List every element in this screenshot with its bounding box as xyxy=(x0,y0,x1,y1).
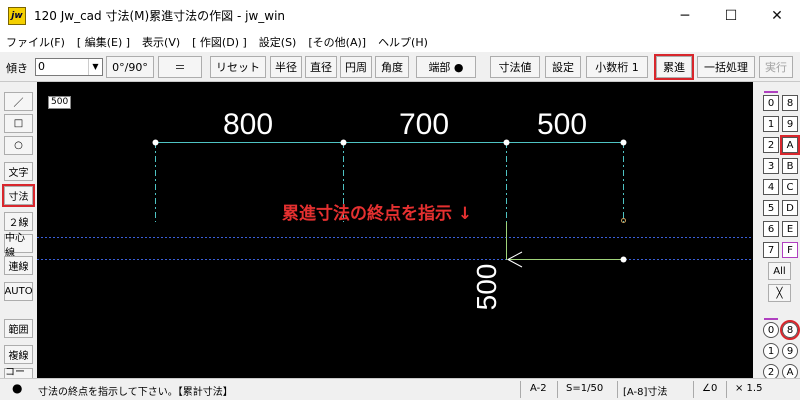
corner-tool-button[interactable]: コーナー xyxy=(4,367,33,378)
layer-C-button[interactable]: C xyxy=(782,179,798,195)
angle-label: 傾き xyxy=(6,62,28,75)
status-layer[interactable]: A-2 xyxy=(530,383,547,394)
layer-6-button[interactable]: 6 xyxy=(763,221,779,237)
status-angle[interactable]: ∠0 xyxy=(702,383,717,394)
continuous-line-tool-button[interactable]: 連線 xyxy=(4,256,33,275)
cumulative-button[interactable]: 累進 xyxy=(654,54,694,80)
dimension-tool-button[interactable]: 寸法 xyxy=(2,184,35,207)
dimension-value-button[interactable]: 寸法値 xyxy=(490,56,540,78)
layer-1-button[interactable]: 1 xyxy=(763,116,779,132)
offset-tool-button[interactable]: 複線 xyxy=(4,345,33,364)
layer-D-button[interactable]: D xyxy=(782,200,798,216)
status-scale[interactable]: S=1/50 xyxy=(566,383,603,394)
title-bar: jw 120 Jw_cad 寸法(M)累進寸法の作図 - jw_win ─ ☐ … xyxy=(0,0,800,31)
dimension-text-700: 700 xyxy=(399,108,449,141)
status-bar: ● 寸法の終点を指示して下さい。【累計寸法】 A-2 S=1/50 [A-8]寸… xyxy=(0,378,800,400)
maximize-icon[interactable]: ☐ xyxy=(708,0,754,31)
layer-A-button[interactable]: A xyxy=(780,135,800,155)
dim-point-2 xyxy=(340,139,347,146)
drawing-canvas[interactable]: 500 800 700 500 500 累進寸法の終点を指示 ↓ xyxy=(37,82,753,378)
center-line-tool-button[interactable]: 中心線 xyxy=(4,233,33,259)
menu-other[interactable]: [その他(A)] xyxy=(308,34,366,50)
layer-panel: 0 1 2 3 4 5 6 7 8 9 A B C D E F All ╳ 0 … xyxy=(753,82,800,378)
minimize-icon[interactable]: ─ xyxy=(662,0,708,31)
settings-button[interactable]: 設定 xyxy=(545,56,581,78)
group-0-button[interactable]: 0 xyxy=(763,322,779,338)
layer-0-button[interactable]: 0 xyxy=(763,95,779,111)
angle-select[interactable]: 0 ▼ xyxy=(35,58,103,76)
orthogonal-angle-button[interactable]: 0°/90° xyxy=(106,56,154,78)
auto-mode-button[interactable]: AUTO xyxy=(4,282,33,301)
rectangle-tool-button[interactable]: □ xyxy=(4,114,33,133)
batch-process-button[interactable]: 一括処理 xyxy=(697,56,755,78)
circumference-button[interactable]: 円周 xyxy=(340,56,372,78)
group-2-button[interactable]: 2 xyxy=(763,364,779,378)
layer-2-button[interactable]: 2 xyxy=(763,137,779,153)
menu-file[interactable]: ファイル(F) xyxy=(6,34,65,50)
decimal-places-button[interactable]: 小数桁 1 xyxy=(586,56,648,78)
range-tool-button[interactable]: 範囲 xyxy=(4,319,33,338)
status-bullet-icon: ● xyxy=(12,381,23,395)
angle-value: 0 xyxy=(38,60,45,73)
window-title: 120 Jw_cad 寸法(M)累進寸法の作図 - jw_win xyxy=(34,9,286,23)
menu-draw[interactable]: [ 作図(D) ] xyxy=(192,34,247,50)
layer-E-button[interactable]: E xyxy=(782,221,798,237)
dim-point-1 xyxy=(152,139,159,146)
layer-4-button[interactable]: 4 xyxy=(763,179,779,195)
status-zoom[interactable]: × 1.5 xyxy=(735,383,762,394)
status-current-layer[interactable]: [A-8]寸法 xyxy=(623,383,667,398)
layer-close-icon[interactable]: ╳ xyxy=(768,284,791,302)
drawing-svg: 800 700 500 500 累進寸法の終点を指示 ↓ xyxy=(37,108,753,311)
group-8-button[interactable]: 8 xyxy=(780,320,800,340)
instruction-annotation: 累進寸法の終点を指示 ↓ xyxy=(282,203,472,224)
group-9-button[interactable]: 9 xyxy=(782,343,798,359)
left-toolbar: ／ □ ○ 文字 寸法 ２線 中心線 連線 AUTO 範囲 複線 コーナー xyxy=(0,82,37,378)
close-icon[interactable]: ✕ xyxy=(754,0,800,31)
diameter-button[interactable]: 直径 xyxy=(305,56,337,78)
menu-settings[interactable]: 設定(S) xyxy=(259,34,297,50)
angle-button[interactable]: 角度 xyxy=(375,56,409,78)
equal-button[interactable]: ＝ xyxy=(158,56,202,78)
dim-point-3 xyxy=(503,139,510,146)
dimension-text-500: 500 xyxy=(537,108,587,141)
dimension-text-vertical: 500 xyxy=(471,264,502,311)
dimension-text-800: 800 xyxy=(223,108,273,141)
menu-help[interactable]: ヘルプ(H) xyxy=(378,34,428,50)
menu-bar: ファイル(F) [ 編集(E) ] 表示(V) [ 作図(D) ] 設定(S) … xyxy=(0,31,800,52)
layer-9-button[interactable]: 9 xyxy=(782,116,798,132)
layer-7-button[interactable]: 7 xyxy=(763,242,779,258)
cursor-point xyxy=(620,256,627,263)
group-1-button[interactable]: 1 xyxy=(763,343,779,359)
dimension-toolbar: 傾き 0 ▼ 0°/90° ＝ リセット 半径 直径 円周 角度 端部 ● 寸法… xyxy=(0,52,800,82)
dim-point-4 xyxy=(620,139,627,146)
menu-edit[interactable]: [ 編集(E) ] xyxy=(77,34,130,50)
layer-F-button[interactable]: F xyxy=(782,242,798,258)
layer-3-button[interactable]: 3 xyxy=(763,158,779,174)
text-tool-button[interactable]: 文字 xyxy=(4,162,33,181)
layer-5-button[interactable]: 5 xyxy=(763,200,779,216)
reset-button[interactable]: リセット xyxy=(210,56,266,78)
radius-button[interactable]: 半径 xyxy=(270,56,302,78)
chevron-down-icon[interactable]: ▼ xyxy=(88,59,102,75)
app-icon: jw xyxy=(8,6,26,25)
all-layers-button[interactable]: All xyxy=(768,262,791,280)
layer-8-button[interactable]: 8 xyxy=(782,95,798,111)
circle-tool-button[interactable]: ○ xyxy=(4,136,33,155)
execute-button[interactable]: 実行 xyxy=(759,56,793,78)
end-mark-button[interactable]: 端部 ● xyxy=(416,56,476,78)
group-A-button[interactable]: A xyxy=(782,364,798,378)
layer-B-button[interactable]: B xyxy=(782,158,798,174)
status-message: 寸法の終点を指示して下さい。【累計寸法】 xyxy=(38,387,233,398)
line-tool-button[interactable]: ／ xyxy=(4,92,33,111)
menu-view[interactable]: 表示(V) xyxy=(142,34,180,50)
